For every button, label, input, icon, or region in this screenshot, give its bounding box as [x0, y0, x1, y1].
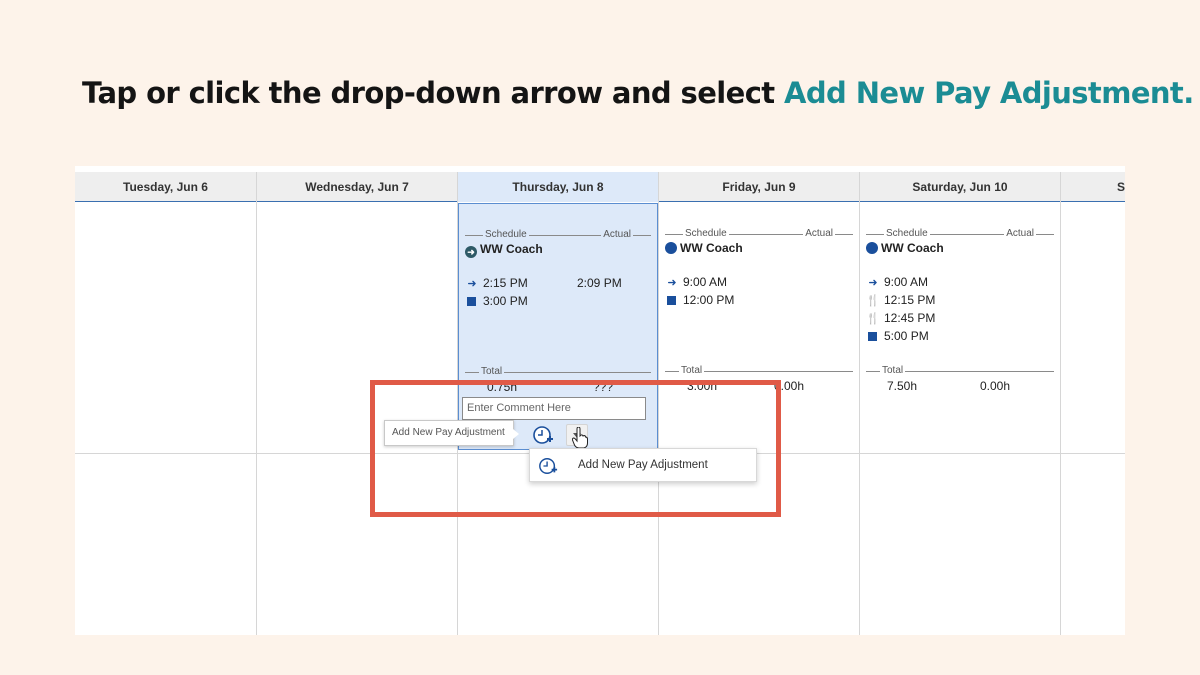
day-cell-sat[interactable]: Schedule Actual WW Coach ➜ 9:00 AM 🍴 12:15… [860, 203, 1060, 450]
meal-end-row[interactable]: 🍴 12:45 PM [866, 311, 935, 325]
in-arrow-icon: ➜ [467, 278, 477, 290]
total-hours: 7.50h [887, 379, 918, 393]
out-square-icon [667, 296, 676, 305]
coach-label: WW Coach [680, 241, 743, 255]
punch-in-row[interactable]: ➜ 2:15 PM [465, 276, 528, 290]
in-time: 2:15 PM [483, 276, 528, 290]
day-header-sun[interactable]: S [1061, 172, 1125, 202]
transfer-arrow-icon: ➜ [465, 246, 477, 258]
day-header-wed[interactable]: Wednesday, Jun 7 [257, 172, 457, 202]
schedule-label: Schedule [683, 228, 729, 240]
in-time: 9:00 AM [683, 275, 728, 289]
in-actual-time[interactable]: 2:09 PM [577, 276, 622, 290]
column-divider [1060, 172, 1061, 635]
out-square-icon [868, 332, 877, 341]
out-time: 12:00 PM [683, 293, 735, 307]
shift-coach[interactable]: WW Coach [866, 241, 944, 255]
actual-label: Actual [1004, 228, 1036, 240]
instruction-heading: Tap or click the drop-down arrow and sel… [82, 76, 1194, 110]
column-divider [256, 172, 257, 635]
punch-in-row[interactable]: ➜ 9:00 AM [665, 275, 727, 289]
schedule-label: Schedule [483, 229, 529, 241]
shift-coach[interactable]: ➜ WW Coach [465, 242, 543, 258]
day-header-tue[interactable]: Tuesday, Jun 6 [75, 172, 256, 202]
meal-start-time: 12:15 PM [884, 293, 936, 307]
schedule-divider: Schedule Actual [665, 228, 853, 240]
shift-dot-icon [665, 242, 677, 254]
total-divider: Total [665, 365, 853, 377]
punch-out-row[interactable]: 12:00 PM [665, 293, 734, 307]
total-label: Total [679, 365, 705, 377]
meal-icon: 🍴 [866, 295, 880, 307]
total-label: Total [880, 365, 906, 377]
schedule-divider: Schedule Actual [465, 229, 651, 241]
callout-highlight-box [370, 380, 781, 517]
schedule-divider: Schedule Actual [866, 228, 1054, 240]
out-time: 3:00 PM [483, 294, 528, 308]
out-time: 5:00 PM [884, 329, 929, 343]
instruction-highlight: Add New Pay Adjustment. [784, 76, 1194, 110]
total-label: Total [479, 366, 505, 378]
day-header-thu[interactable]: Thursday, Jun 8 [458, 172, 658, 202]
day-header-sat[interactable]: Saturday, Jun 10 [860, 172, 1060, 202]
shift-dot-icon [866, 242, 878, 254]
instruction-prefix: Tap or click the drop-down arrow and sel… [82, 76, 775, 110]
total-actual: 0.00h [980, 379, 1011, 393]
coach-label: WW Coach [480, 242, 543, 256]
meal-icon: 🍴 [866, 313, 880, 325]
out-square-icon [467, 297, 476, 306]
coach-label: WW Coach [881, 241, 944, 255]
actual-label: Actual [803, 228, 835, 240]
in-arrow-icon: ➜ [868, 277, 878, 289]
in-time: 9:00 AM [884, 275, 929, 289]
in-arrow-icon: ➜ [667, 277, 677, 289]
meal-end-time: 12:45 PM [884, 311, 936, 325]
punch-out-row[interactable]: 5:00 PM [866, 329, 929, 343]
day-header-fri[interactable]: Friday, Jun 9 [659, 172, 859, 202]
punch-out-row[interactable]: 3:00 PM [465, 294, 528, 308]
meal-start-row[interactable]: 🍴 12:15 PM [866, 293, 935, 307]
calendar-header: Tuesday, Jun 6 Wednesday, Jun 7 Thursday… [75, 172, 1125, 202]
schedule-label: Schedule [884, 228, 930, 240]
actual-label: Actual [601, 229, 633, 241]
punch-in-row[interactable]: ➜ 9:00 AM [866, 275, 928, 289]
total-divider: Total [465, 366, 651, 378]
total-divider: Total [866, 365, 1054, 377]
shift-coach[interactable]: WW Coach [665, 241, 743, 255]
